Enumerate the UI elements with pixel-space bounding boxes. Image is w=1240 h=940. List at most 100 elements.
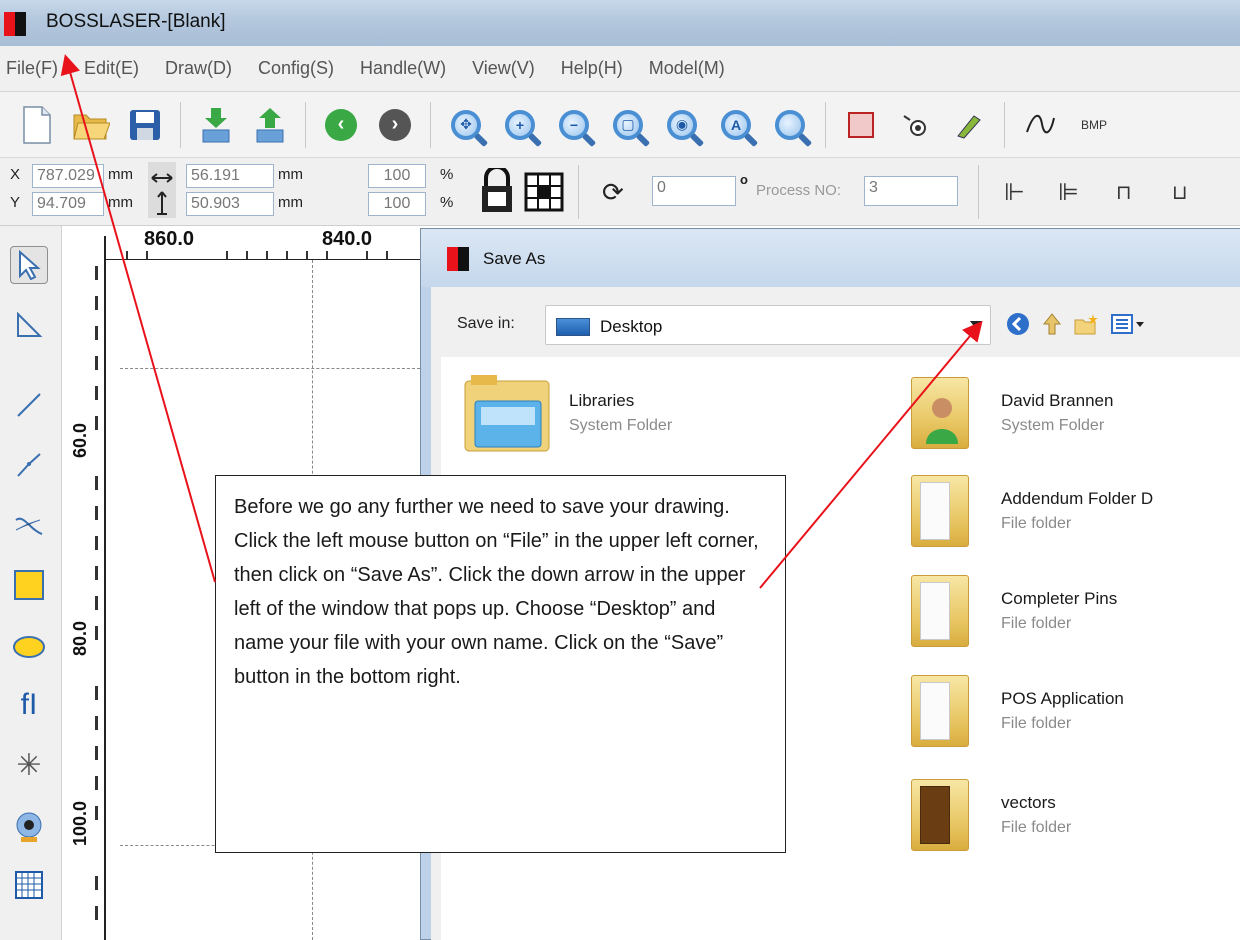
desktop-icon xyxy=(556,318,590,336)
folder-icon xyxy=(911,575,969,647)
back-icon[interactable] xyxy=(1005,311,1031,337)
list-item[interactable]: Addendum Folder D File folder xyxy=(901,469,1240,559)
title-bar: BOSSLASER-[Blank] xyxy=(0,0,1240,46)
text-icon[interactable]: fI xyxy=(10,686,48,724)
cursor-dot-icon[interactable] xyxy=(896,106,934,144)
dialog-title: Save As xyxy=(483,249,546,268)
y-position-field[interactable]: 94.709 xyxy=(32,192,104,216)
list-item[interactable]: Completer Pins File folder xyxy=(901,569,1240,659)
main-toolbar: ‹ › ✥ + − ▢ ◉ A BMP xyxy=(0,92,1240,158)
rotation-field[interactable]: 0 xyxy=(652,176,736,206)
instruction-callout: Before we go any further we need to save… xyxy=(215,475,786,853)
ruler-tick-label: 60.0 xyxy=(70,422,90,458)
list-item[interactable]: Libraries System Folder xyxy=(461,371,861,461)
camera-icon[interactable] xyxy=(10,808,48,846)
zoom-page-icon[interactable]: ▢ xyxy=(609,106,647,144)
polyline-icon[interactable] xyxy=(10,446,48,484)
line-icon[interactable] xyxy=(10,386,48,424)
node-edit-icon[interactable] xyxy=(10,306,48,344)
y-unit: mm xyxy=(108,194,133,211)
process-no-field[interactable]: 3 xyxy=(864,176,958,206)
menu-draw[interactable]: Draw(D) xyxy=(165,58,232,79)
width-unit: mm xyxy=(278,166,303,183)
align-top-icon[interactable]: ⊓ xyxy=(1116,180,1132,205)
menu-config[interactable]: Config(S) xyxy=(258,58,334,79)
zoom-icon[interactable] xyxy=(771,106,809,144)
star-icon[interactable]: ✳ xyxy=(10,746,48,784)
zoom-all-icon[interactable]: A xyxy=(717,106,755,144)
bmp-icon[interactable]: BMP xyxy=(1075,106,1113,144)
degree-symbol: o xyxy=(740,172,748,187)
list-item[interactable]: vectors File folder xyxy=(901,773,1240,863)
size-lock-toggle[interactable] xyxy=(148,162,176,218)
file-name: Addendum Folder D xyxy=(1001,489,1154,508)
ruler-tick-label: 80.0 xyxy=(70,620,90,656)
zoom-in-icon[interactable]: + xyxy=(501,106,539,144)
file-name: Completer Pins xyxy=(1001,589,1118,608)
height-unit: mm xyxy=(278,194,303,211)
file-type: File folder xyxy=(1001,819,1072,836)
import-icon[interactable] xyxy=(197,106,235,144)
anchor-grid-icon[interactable] xyxy=(524,172,564,212)
list-item[interactable]: David Brannen System Folder xyxy=(901,371,1240,461)
folder-icon xyxy=(911,779,969,851)
select-arrow-icon[interactable] xyxy=(10,246,48,284)
menu-edit[interactable]: Edit(E) xyxy=(84,58,139,79)
x-unit: mm xyxy=(108,166,133,183)
export-icon[interactable] xyxy=(251,106,289,144)
new-file-icon[interactable] xyxy=(18,105,56,144)
menu-handle[interactable]: Handle(W) xyxy=(360,58,446,79)
back-arrow-icon[interactable]: ‹ xyxy=(322,106,360,144)
align-bottom-icon[interactable]: ⊔ xyxy=(1172,180,1188,205)
view-menu-icon[interactable] xyxy=(1109,311,1149,337)
align-right-icon[interactable]: ⊫ xyxy=(1058,178,1079,207)
height-field[interactable]: 50.903 xyxy=(186,192,274,216)
open-folder-icon[interactable] xyxy=(72,106,110,144)
scale-height-field[interactable]: 100 xyxy=(368,192,426,216)
x-label: X xyxy=(10,166,21,183)
file-type: File folder xyxy=(1001,515,1072,532)
scale-width-field[interactable]: 100 xyxy=(368,164,426,188)
app-logo-icon xyxy=(4,12,26,36)
curve-icon[interactable] xyxy=(1021,106,1059,144)
bezier-icon[interactable] xyxy=(10,506,48,544)
zoom-out-icon[interactable]: − xyxy=(555,106,593,144)
save-in-dropdown[interactable]: Desktop xyxy=(545,305,991,345)
new-folder-icon[interactable] xyxy=(1073,311,1099,337)
y-label: Y xyxy=(10,194,21,211)
process-no-label: Process NO: xyxy=(756,182,842,199)
chevron-down-icon[interactable] xyxy=(970,321,982,329)
horizontal-ruler: 860.0 840.0 xyxy=(106,226,426,260)
menu-model[interactable]: Model(M) xyxy=(649,58,725,79)
width-field[interactable]: 56.191 xyxy=(186,164,274,188)
list-item[interactable]: POS Application File folder xyxy=(901,669,1240,759)
ruler-tick-label: 100.0 xyxy=(70,800,90,846)
pen-icon[interactable] xyxy=(950,106,988,144)
rectangle-frame-icon[interactable] xyxy=(842,106,880,144)
property-bar: X Y 787.029 94.709 mm mm 56.191 50.903 m… xyxy=(0,158,1240,226)
rectangle-icon[interactable] xyxy=(10,566,48,604)
ruler-tick-label: 860.0 xyxy=(144,228,195,250)
file-type: File folder xyxy=(1001,615,1072,632)
x-position-field[interactable]: 787.029 xyxy=(32,164,104,188)
scale-width-unit: % xyxy=(440,166,454,183)
forward-arrow-icon[interactable]: › xyxy=(376,106,414,144)
up-folder-icon[interactable] xyxy=(1039,311,1065,337)
menu-help[interactable]: Help(H) xyxy=(561,58,623,79)
grid-icon[interactable] xyxy=(10,866,48,904)
file-name: David Brannen xyxy=(1001,391,1114,410)
zoom-move-icon[interactable]: ✥ xyxy=(447,106,485,144)
ellipse-icon[interactable] xyxy=(10,628,48,666)
rotate-icon: ⟳ xyxy=(602,177,624,207)
menu-view[interactable]: View(V) xyxy=(472,58,535,79)
dialog-title-bar[interactable]: Save As xyxy=(421,229,1240,287)
menu-file[interactable]: File(F) xyxy=(6,58,58,79)
zoom-select-icon[interactable]: ◉ xyxy=(663,106,701,144)
save-disk-icon[interactable] xyxy=(126,106,164,144)
lock-ratio-icon[interactable] xyxy=(478,165,516,214)
file-name: POS Application xyxy=(1001,689,1124,708)
file-type: System Folder xyxy=(1001,417,1105,434)
file-name: vectors xyxy=(1001,793,1056,812)
window-title: BOSSLASER-[Blank] xyxy=(46,11,226,32)
align-left-icon[interactable]: ⊩ xyxy=(1004,178,1025,207)
